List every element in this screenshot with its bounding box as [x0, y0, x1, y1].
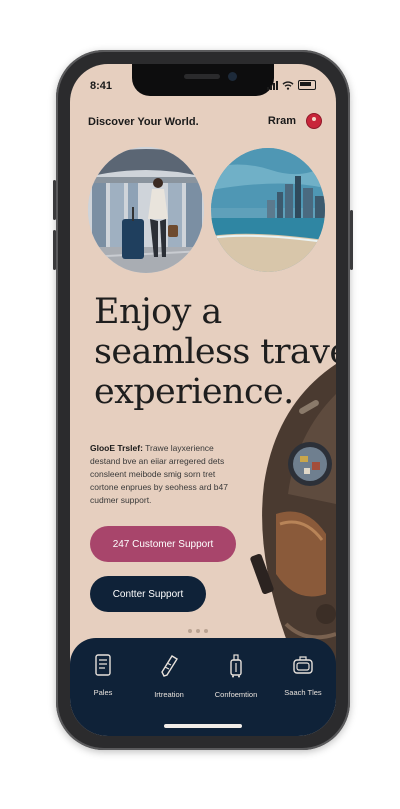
description-line: destand bve an eiiar arregered dets	[90, 456, 225, 466]
page-dot[interactable]	[204, 629, 208, 633]
notch	[132, 64, 274, 96]
power-button	[350, 210, 353, 270]
description: GlooE Trslef: Trawe layxerience destand …	[90, 442, 250, 507]
page-indicator[interactable]	[188, 629, 208, 633]
description-lead: GlooE Trslef:	[90, 443, 143, 453]
camera	[228, 72, 237, 81]
battery-icon	[298, 80, 316, 90]
status-time: 8:41	[90, 80, 113, 92]
brand-tagline: Discover Your World.	[88, 116, 199, 128]
travel-gear-image	[236, 364, 336, 664]
beach-city-image	[211, 148, 325, 272]
tab-label: Confoemtion	[214, 690, 258, 699]
suitcase-icon	[293, 656, 313, 674]
description-line: cudmer support.	[90, 495, 152, 505]
tab-label: Pales	[93, 688, 113, 697]
contact-support-button[interactable]: Contter Support	[90, 576, 206, 612]
description-text: Trawe layxerience	[145, 443, 214, 453]
description-line: GlooE Trslef: Trawe layxerience	[90, 442, 250, 455]
card-icon	[95, 654, 111, 676]
description-line: cortone enprues by seohess ard b47	[90, 482, 228, 492]
status-icons	[267, 80, 316, 90]
airport-traveler-image	[88, 147, 204, 273]
signal-icon	[267, 80, 278, 90]
tab-saach-tles[interactable]: Saach Tles	[270, 654, 336, 697]
page-dot[interactable]	[196, 629, 200, 633]
ticket-icon	[161, 655, 178, 677]
app-screen: 8:41 Discover Your World. Rram Enjoy a s…	[70, 64, 336, 736]
speaker	[184, 74, 220, 79]
description-line: consleent meibode smig sorn tret	[90, 469, 216, 479]
tab-label: Saach Tles	[284, 688, 322, 697]
avatar[interactable]	[306, 113, 322, 129]
bottom-tab-bar: Pales Irtreation Confoemtion Saach Tles	[70, 638, 336, 736]
user-name: Rram	[267, 115, 296, 127]
page-dot[interactable]	[188, 629, 192, 633]
tab-label: Irtreation	[154, 690, 184, 699]
wifi-icon	[282, 80, 294, 90]
tab-pales[interactable]: Pales	[70, 654, 136, 697]
home-indicator[interactable]	[164, 724, 242, 728]
headline-line: Enjoy a	[94, 292, 222, 332]
volume-up-button	[53, 180, 56, 220]
tab-irtreation[interactable]: Irtreation	[136, 654, 202, 699]
luggage-icon	[230, 654, 242, 678]
user-profile[interactable]: Rram	[268, 113, 322, 129]
volume-down-button	[53, 230, 56, 270]
tab-confoemtion[interactable]: Confoemtion	[203, 654, 269, 699]
customer-support-button[interactable]: 247 Customer Support	[90, 526, 236, 562]
